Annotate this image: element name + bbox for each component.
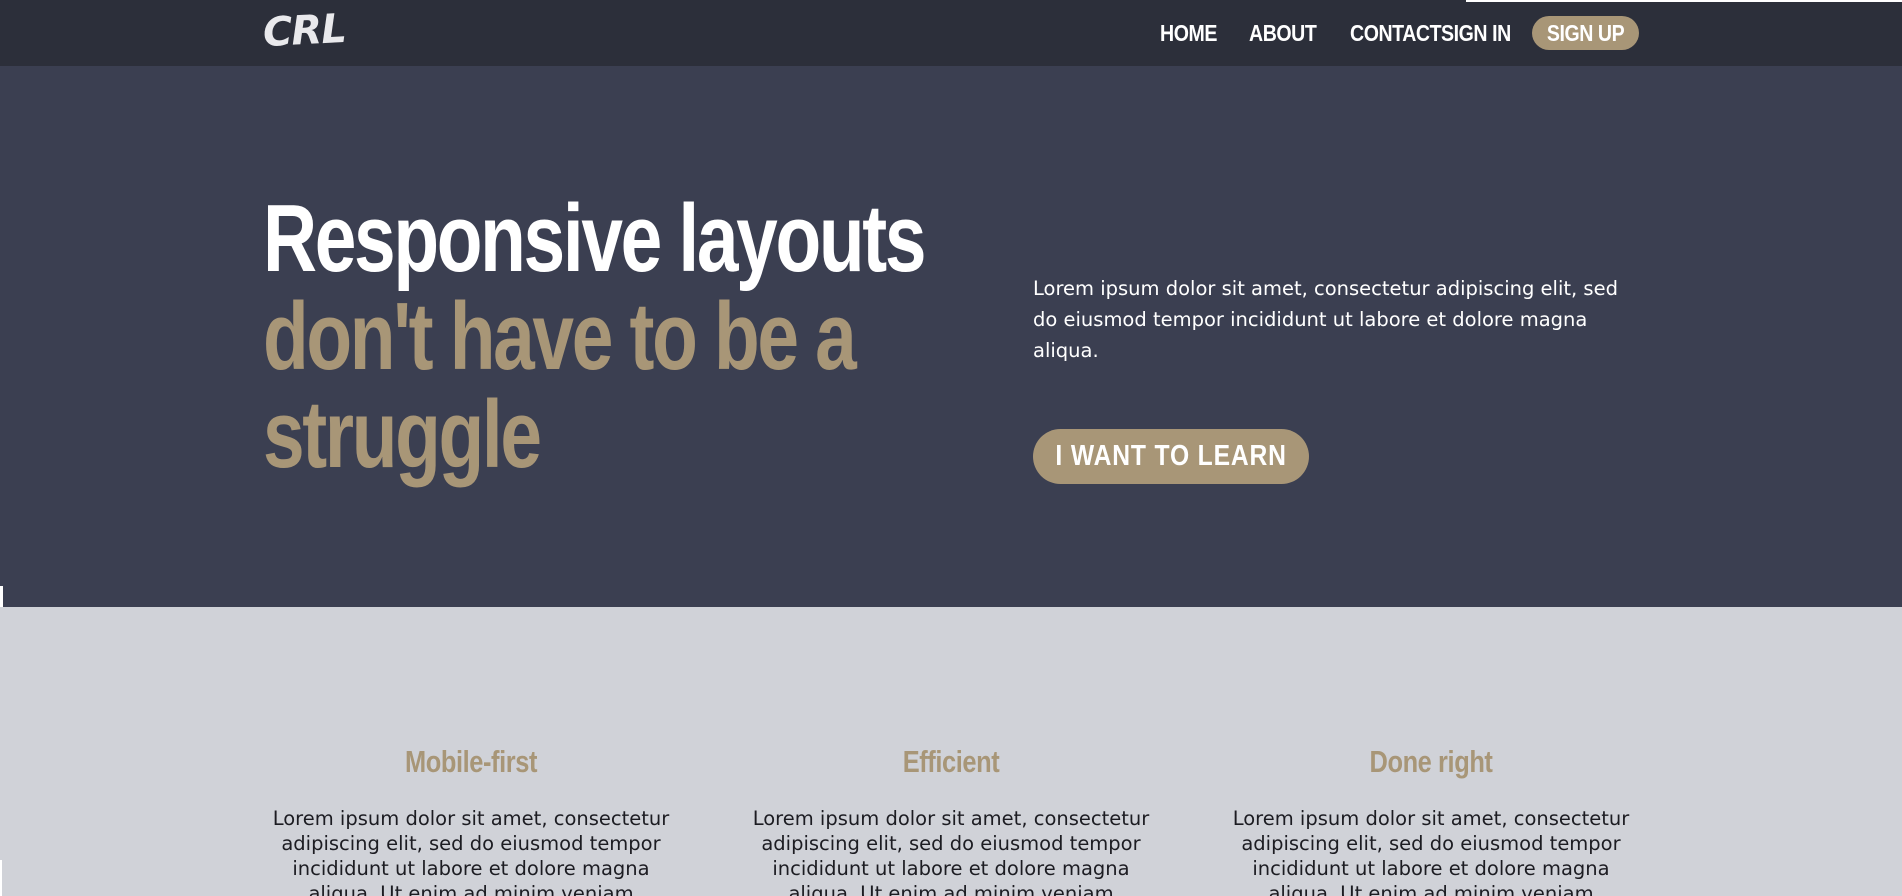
main-nav: HOME ABOUT CONTACT [1160, 0, 1458, 66]
learn-cta-label: I WANT TO LEARN [1055, 440, 1287, 472]
learn-cta-button[interactable]: I WANT TO LEARN [1033, 429, 1309, 484]
feature-card-efficient: Efficient Lorem ipsum dolor sit amet, co… [736, 744, 1166, 896]
feature-title: Done right [1369, 744, 1493, 779]
sign-up-label: SIGN UP [1546, 19, 1625, 46]
hero-title: Responsive layouts don't have to be a st… [263, 190, 983, 484]
page-edge-marker [0, 860, 2, 896]
sign-up-button[interactable]: SIGN UP [1532, 16, 1639, 50]
hero-edge-marker [0, 586, 3, 607]
feature-title: Mobile-first [404, 744, 538, 779]
nav-contact-link[interactable]: CONTACT [1350, 20, 1442, 47]
sign-in-link[interactable]: SIGN IN [1441, 20, 1511, 47]
hero-description: Lorem ipsum dolor sit amet, consectetur … [1033, 277, 1618, 362]
header-top-line [1466, 0, 1902, 2]
feature-card-mobile-first: Mobile-first Lorem ipsum dolor sit amet,… [256, 744, 686, 896]
hero-title-line-3: struggle [263, 381, 542, 488]
feature-text: Lorem ipsum dolor sit amet, consectetur … [272, 807, 670, 896]
hero-title-line-1: Responsive layouts [263, 185, 926, 292]
brand-logo[interactable]: CRL [262, 6, 347, 56]
features-section: Mobile-first Lorem ipsum dolor sit amet,… [0, 607, 1902, 896]
feature-title: Efficient [902, 744, 1000, 779]
feature-text: Lorem ipsum dolor sit amet, consectetur … [752, 807, 1150, 896]
nav-about-link[interactable]: ABOUT [1249, 20, 1317, 47]
hero-title-line-2: don't have to be a [263, 283, 857, 390]
feature-text: Lorem ipsum dolor sit amet, consectetur … [1232, 807, 1630, 896]
feature-card-done-right: Done right Lorem ipsum dolor sit amet, c… [1216, 744, 1646, 896]
sign-in-wrapper: SIGN IN [1441, 0, 1523, 66]
nav-home-link[interactable]: HOME [1160, 20, 1217, 47]
site-header: CRL HOME ABOUT CONTACT SIGN IN SIGN UP [0, 0, 1902, 66]
